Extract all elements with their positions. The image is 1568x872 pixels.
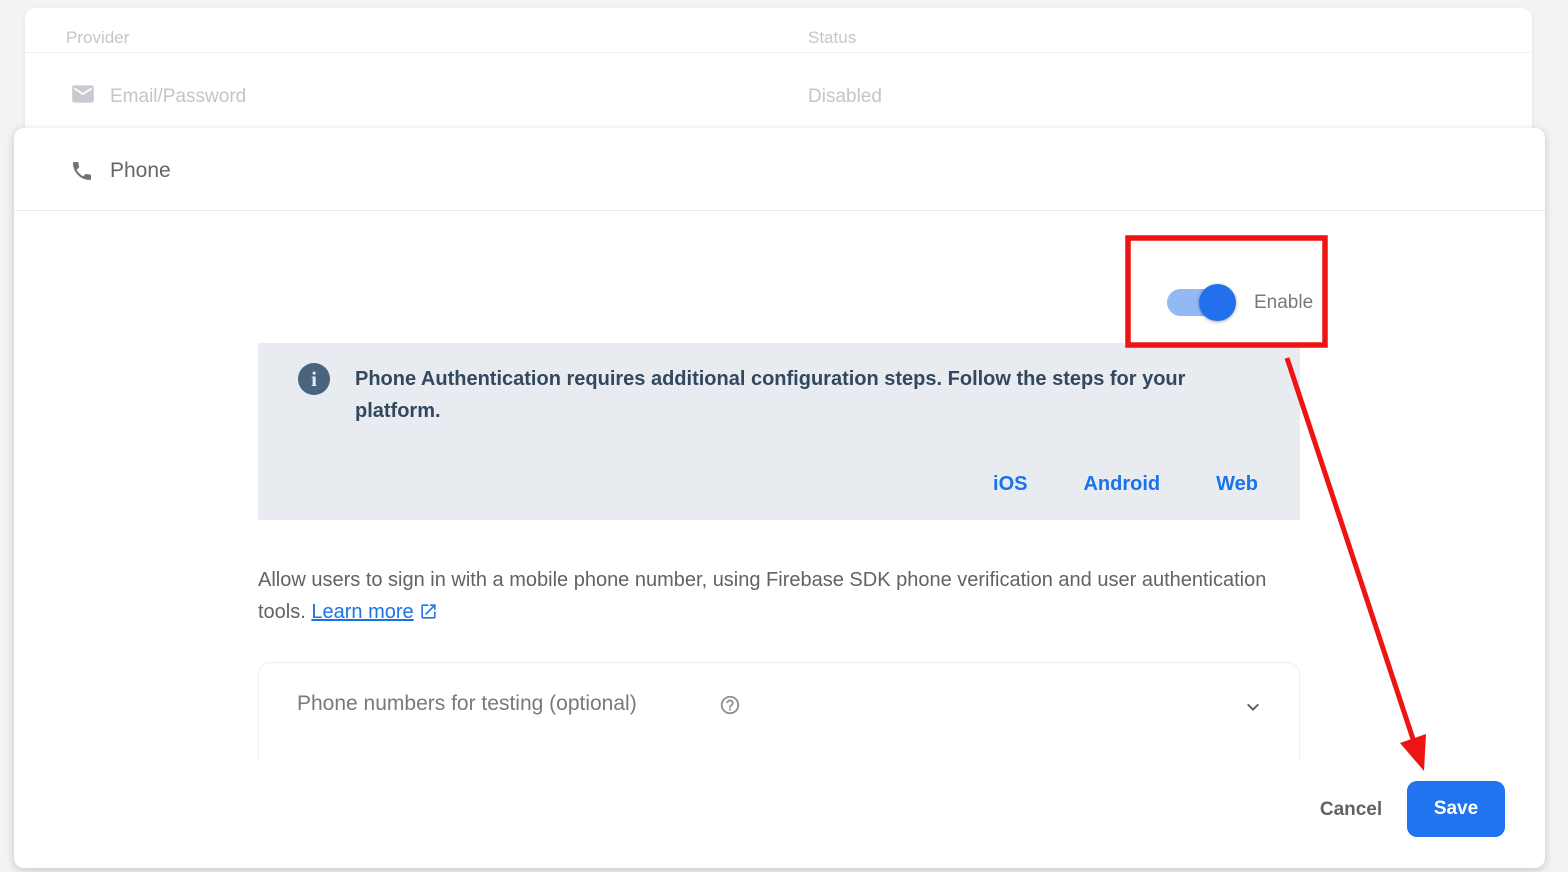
provider-table-header: Provider Status xyxy=(25,8,1532,53)
dialog-title: Phone xyxy=(110,159,171,182)
enable-toggle-label: Enable xyxy=(1254,292,1314,313)
learn-more-link[interactable]: Learn more xyxy=(311,601,413,623)
email-icon xyxy=(72,85,94,103)
provider-status: Disabled xyxy=(808,86,882,107)
enable-toggle-row: Enable xyxy=(1167,283,1407,323)
table-row[interactable]: Email/Password Disabled xyxy=(25,53,1532,133)
column-header-provider: Provider xyxy=(66,28,130,47)
info-icon: i xyxy=(298,363,330,395)
testing-section-title: Phone numbers for testing (optional) xyxy=(297,692,637,715)
ios-link[interactable]: iOS xyxy=(993,473,1027,496)
cancel-button[interactable]: Cancel xyxy=(1302,792,1400,828)
platform-links: iOS Android Web xyxy=(993,473,1258,496)
provider-name: Email/Password xyxy=(110,86,247,107)
chevron-down-icon[interactable] xyxy=(1241,695,1265,719)
help-icon[interactable] xyxy=(719,694,741,716)
save-button[interactable]: Save xyxy=(1407,781,1505,837)
dialog-header: Phone xyxy=(14,128,1545,211)
android-link[interactable]: Android xyxy=(1083,473,1160,496)
banner-message: Phone Authentication requires additional… xyxy=(355,368,1186,422)
phone-provider-dialog: Phone Enable i Phone Authentication requ… xyxy=(14,128,1545,868)
toggle-knob xyxy=(1199,284,1236,321)
external-link-icon xyxy=(421,604,436,619)
phone-numbers-testing-section[interactable]: Phone numbers for testing (optional) xyxy=(258,662,1300,760)
phone-icon xyxy=(73,162,91,180)
enable-toggle[interactable] xyxy=(1167,284,1236,321)
column-header-status: Status xyxy=(808,28,857,47)
provider-description: Allow users to sign in with a mobile pho… xyxy=(258,564,1268,628)
info-banner: i Phone Authentication requires addition… xyxy=(258,343,1300,520)
web-link[interactable]: Web xyxy=(1216,473,1258,496)
